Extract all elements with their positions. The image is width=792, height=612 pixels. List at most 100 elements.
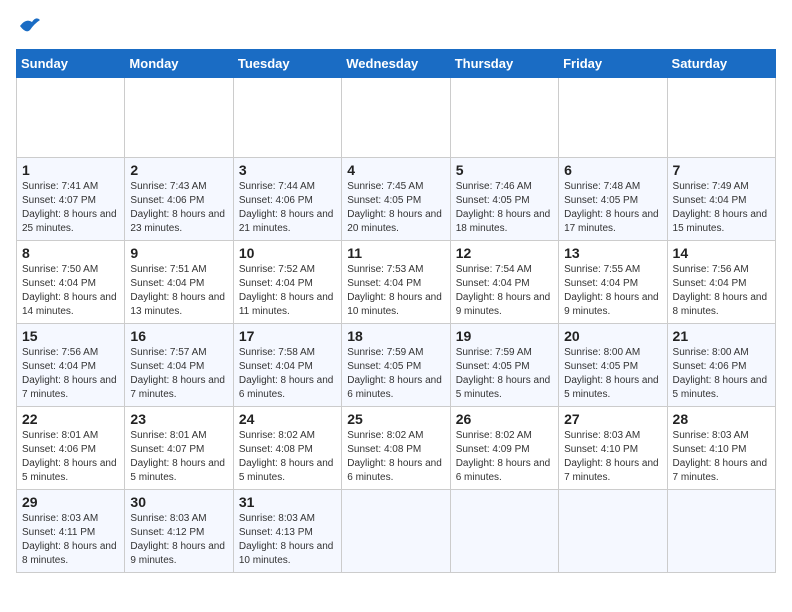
day-number: 8	[22, 245, 119, 261]
calendar-cell	[342, 78, 450, 158]
day-details: Sunrise: 8:02 AM Sunset: 4:08 PM Dayligh…	[239, 429, 336, 485]
day-details: Sunrise: 8:00 AM Sunset: 4:05 PM Dayligh…	[564, 346, 661, 402]
calendar-cell	[667, 78, 775, 158]
day-number: 19	[456, 328, 553, 344]
calendar-cell: 27 Sunrise: 8:03 AM Sunset: 4:10 PM Dayl…	[559, 407, 667, 490]
day-number: 17	[239, 328, 336, 344]
day-number: 7	[673, 162, 770, 178]
calendar-cell	[450, 490, 558, 573]
calendar-cell: 30 Sunrise: 8:03 AM Sunset: 4:12 PM Dayl…	[125, 490, 233, 573]
day-number: 27	[564, 411, 661, 427]
calendar-cell	[233, 78, 341, 158]
day-number: 22	[22, 411, 119, 427]
header	[16, 16, 776, 41]
calendar-cell: 16 Sunrise: 7:57 AM Sunset: 4:04 PM Dayl…	[125, 324, 233, 407]
day-number: 3	[239, 162, 336, 178]
calendar-cell: 1 Sunrise: 7:41 AM Sunset: 4:07 PM Dayli…	[17, 158, 125, 241]
col-header-thursday: Thursday	[450, 50, 558, 78]
logo-text	[16, 16, 42, 41]
day-number: 16	[130, 328, 227, 344]
day-details: Sunrise: 7:45 AM Sunset: 4:05 PM Dayligh…	[347, 180, 444, 236]
calendar-cell	[125, 78, 233, 158]
day-details: Sunrise: 8:02 AM Sunset: 4:08 PM Dayligh…	[347, 429, 444, 485]
day-number: 31	[239, 494, 336, 510]
day-number: 29	[22, 494, 119, 510]
col-header-wednesday: Wednesday	[342, 50, 450, 78]
calendar-table: SundayMondayTuesdayWednesdayThursdayFrid…	[16, 49, 776, 573]
day-number: 30	[130, 494, 227, 510]
calendar-cell: 22 Sunrise: 8:01 AM Sunset: 4:06 PM Dayl…	[17, 407, 125, 490]
calendar-week-row: 1 Sunrise: 7:41 AM Sunset: 4:07 PM Dayli…	[17, 158, 776, 241]
calendar-cell: 9 Sunrise: 7:51 AM Sunset: 4:04 PM Dayli…	[125, 241, 233, 324]
day-details: Sunrise: 8:01 AM Sunset: 4:06 PM Dayligh…	[22, 429, 119, 485]
calendar-cell: 13 Sunrise: 7:55 AM Sunset: 4:04 PM Dayl…	[559, 241, 667, 324]
day-number: 5	[456, 162, 553, 178]
day-details: Sunrise: 7:56 AM Sunset: 4:04 PM Dayligh…	[22, 346, 119, 402]
day-number: 28	[673, 411, 770, 427]
calendar-cell	[559, 78, 667, 158]
calendar-cell: 25 Sunrise: 8:02 AM Sunset: 4:08 PM Dayl…	[342, 407, 450, 490]
day-details: Sunrise: 7:51 AM Sunset: 4:04 PM Dayligh…	[130, 263, 227, 319]
day-details: Sunrise: 7:44 AM Sunset: 4:06 PM Dayligh…	[239, 180, 336, 236]
day-number: 23	[130, 411, 227, 427]
day-number: 20	[564, 328, 661, 344]
day-number: 14	[673, 245, 770, 261]
calendar-cell: 10 Sunrise: 7:52 AM Sunset: 4:04 PM Dayl…	[233, 241, 341, 324]
day-number: 18	[347, 328, 444, 344]
day-details: Sunrise: 7:57 AM Sunset: 4:04 PM Dayligh…	[130, 346, 227, 402]
day-number: 2	[130, 162, 227, 178]
day-details: Sunrise: 7:46 AM Sunset: 4:05 PM Dayligh…	[456, 180, 553, 236]
day-number: 1	[22, 162, 119, 178]
day-number: 11	[347, 245, 444, 261]
day-details: Sunrise: 7:41 AM Sunset: 4:07 PM Dayligh…	[22, 180, 119, 236]
day-number: 25	[347, 411, 444, 427]
day-number: 10	[239, 245, 336, 261]
calendar-header-row: SundayMondayTuesdayWednesdayThursdayFrid…	[17, 50, 776, 78]
day-details: Sunrise: 7:59 AM Sunset: 4:05 PM Dayligh…	[456, 346, 553, 402]
calendar-cell: 3 Sunrise: 7:44 AM Sunset: 4:06 PM Dayli…	[233, 158, 341, 241]
logo	[16, 16, 42, 41]
col-header-monday: Monday	[125, 50, 233, 78]
day-details: Sunrise: 8:03 AM Sunset: 4:13 PM Dayligh…	[239, 512, 336, 568]
calendar-cell: 8 Sunrise: 7:50 AM Sunset: 4:04 PM Dayli…	[17, 241, 125, 324]
calendar-cell: 29 Sunrise: 8:03 AM Sunset: 4:11 PM Dayl…	[17, 490, 125, 573]
col-header-sunday: Sunday	[17, 50, 125, 78]
day-number: 12	[456, 245, 553, 261]
calendar-week-row	[17, 78, 776, 158]
col-header-friday: Friday	[559, 50, 667, 78]
day-details: Sunrise: 8:03 AM Sunset: 4:10 PM Dayligh…	[564, 429, 661, 485]
day-details: Sunrise: 8:03 AM Sunset: 4:11 PM Dayligh…	[22, 512, 119, 568]
day-number: 13	[564, 245, 661, 261]
day-details: Sunrise: 8:01 AM Sunset: 4:07 PM Dayligh…	[130, 429, 227, 485]
calendar-cell: 31 Sunrise: 8:03 AM Sunset: 4:13 PM Dayl…	[233, 490, 341, 573]
day-number: 24	[239, 411, 336, 427]
calendar-cell	[667, 490, 775, 573]
calendar-week-row: 15 Sunrise: 7:56 AM Sunset: 4:04 PM Dayl…	[17, 324, 776, 407]
day-details: Sunrise: 7:54 AM Sunset: 4:04 PM Dayligh…	[456, 263, 553, 319]
calendar-cell: 14 Sunrise: 7:56 AM Sunset: 4:04 PM Dayl…	[667, 241, 775, 324]
day-details: Sunrise: 7:43 AM Sunset: 4:06 PM Dayligh…	[130, 180, 227, 236]
calendar-cell	[450, 78, 558, 158]
calendar-cell	[559, 490, 667, 573]
logo-bird-icon	[18, 16, 42, 36]
day-details: Sunrise: 7:52 AM Sunset: 4:04 PM Dayligh…	[239, 263, 336, 319]
calendar-cell: 2 Sunrise: 7:43 AM Sunset: 4:06 PM Dayli…	[125, 158, 233, 241]
calendar-cell: 6 Sunrise: 7:48 AM Sunset: 4:05 PM Dayli…	[559, 158, 667, 241]
day-details: Sunrise: 7:56 AM Sunset: 4:04 PM Dayligh…	[673, 263, 770, 319]
calendar-cell: 7 Sunrise: 7:49 AM Sunset: 4:04 PM Dayli…	[667, 158, 775, 241]
day-number: 21	[673, 328, 770, 344]
col-header-tuesday: Tuesday	[233, 50, 341, 78]
day-details: Sunrise: 7:59 AM Sunset: 4:05 PM Dayligh…	[347, 346, 444, 402]
calendar-cell: 23 Sunrise: 8:01 AM Sunset: 4:07 PM Dayl…	[125, 407, 233, 490]
calendar-cell	[342, 490, 450, 573]
calendar-cell: 24 Sunrise: 8:02 AM Sunset: 4:08 PM Dayl…	[233, 407, 341, 490]
day-number: 9	[130, 245, 227, 261]
calendar-cell: 11 Sunrise: 7:53 AM Sunset: 4:04 PM Dayl…	[342, 241, 450, 324]
calendar-cell	[17, 78, 125, 158]
calendar-cell: 12 Sunrise: 7:54 AM Sunset: 4:04 PM Dayl…	[450, 241, 558, 324]
day-details: Sunrise: 8:03 AM Sunset: 4:12 PM Dayligh…	[130, 512, 227, 568]
calendar-week-row: 29 Sunrise: 8:03 AM Sunset: 4:11 PM Dayl…	[17, 490, 776, 573]
calendar-cell: 17 Sunrise: 7:58 AM Sunset: 4:04 PM Dayl…	[233, 324, 341, 407]
day-details: Sunrise: 8:00 AM Sunset: 4:06 PM Dayligh…	[673, 346, 770, 402]
calendar-cell: 28 Sunrise: 8:03 AM Sunset: 4:10 PM Dayl…	[667, 407, 775, 490]
